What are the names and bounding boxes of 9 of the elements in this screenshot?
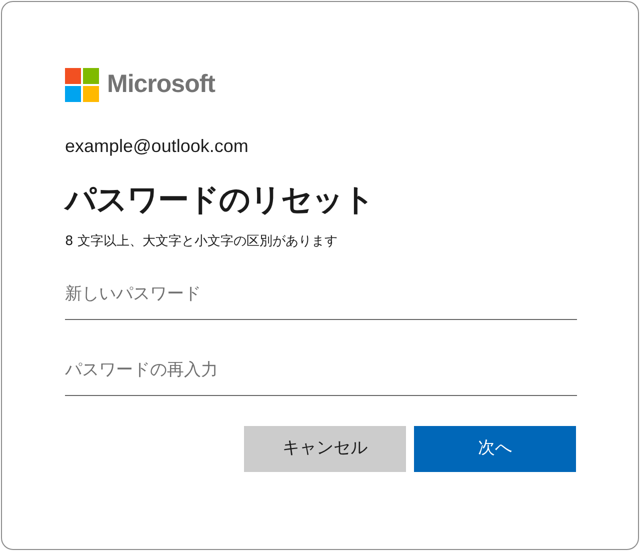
logo-icon	[65, 68, 99, 102]
password-field[interactable]: 新しいパスワード	[65, 272, 577, 320]
page-title: パスワードのリセット	[65, 180, 375, 220]
next-button[interactable]: 次へ	[414, 426, 576, 472]
logo-text: Microsoft	[107, 69, 215, 100]
cancel-button[interactable]: キャンセル	[244, 426, 406, 472]
password-field[interactable]: パスワードの再入力	[65, 348, 577, 396]
description-text: 8 文字以上、大文字と小文字の区別があります	[65, 232, 338, 250]
account-email: example@outlook.com	[65, 134, 250, 158]
